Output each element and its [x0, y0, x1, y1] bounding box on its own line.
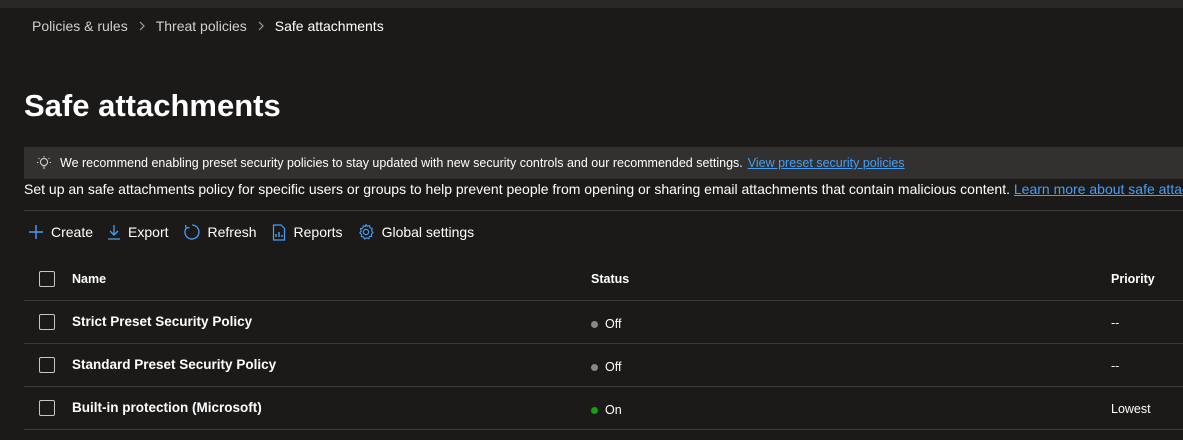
view-preset-policies-link[interactable]: View preset security policies: [748, 156, 905, 170]
status-text: Off: [605, 317, 622, 331]
breadcrumb-safe-attachments: Safe attachments: [274, 18, 384, 34]
status-text: On: [605, 403, 622, 417]
status-off-dot-icon: [591, 320, 598, 328]
select-all-checkbox[interactable]: [39, 271, 55, 287]
top-strip: [0, 0, 1183, 8]
description-text: Set up an safe attachments policy for sp…: [24, 181, 1010, 197]
banner-text: We recommend enabling preset security po…: [60, 156, 743, 170]
column-header-name[interactable]: Name: [72, 272, 106, 286]
global-settings-button[interactable]: Global settings: [357, 220, 475, 244]
column-header-priority[interactable]: Priority: [1111, 272, 1155, 286]
gear-icon: [357, 223, 375, 241]
table-row[interactable]: Standard Preset Security Policy Off --: [24, 344, 1183, 387]
row-checkbox[interactable]: [39, 400, 55, 416]
policy-name[interactable]: Built-in protection (Microsoft): [72, 400, 262, 415]
breadcrumb-policies-rules[interactable]: Policies & rules: [32, 18, 128, 34]
policy-name[interactable]: Standard Preset Security Policy: [72, 357, 276, 372]
refresh-label: Refresh: [207, 224, 257, 240]
policies-table: Name Status Priority Strict Preset Secur…: [24, 258, 1183, 430]
row-checkbox[interactable]: [39, 314, 55, 330]
table-row[interactable]: Built-in protection (Microsoft) On Lowes…: [24, 387, 1183, 430]
status-cell: On: [591, 403, 622, 417]
priority-cell: --: [1111, 359, 1120, 373]
policy-name[interactable]: Strict Preset Security Policy: [72, 314, 252, 329]
export-label: Export: [128, 224, 169, 240]
lightbulb-icon: [36, 155, 52, 171]
reports-label: Reports: [293, 224, 343, 240]
reports-button[interactable]: Reports: [271, 220, 343, 244]
refresh-icon: [183, 223, 201, 241]
download-icon: [107, 224, 121, 240]
recommendation-banner: We recommend enabling preset security po…: [24, 147, 1183, 179]
global-settings-label: Global settings: [381, 224, 475, 240]
export-button[interactable]: Export: [107, 220, 169, 244]
chevron-right-icon: [138, 21, 146, 31]
breadcrumb-threat-policies[interactable]: Threat policies: [156, 18, 247, 34]
status-cell: Off: [591, 317, 621, 331]
add-icon: [28, 224, 44, 240]
row-checkbox[interactable]: [39, 357, 55, 373]
status-on-dot-icon: [591, 406, 598, 414]
command-bar: Create Export Refresh Reports Global set…: [28, 220, 488, 244]
status-off-dot-icon: [591, 363, 598, 371]
priority-cell: --: [1111, 316, 1120, 330]
report-document-icon: [271, 223, 287, 241]
chevron-right-icon: [257, 21, 265, 31]
page-title: Safe attachments: [24, 88, 281, 123]
status-text: Off: [605, 360, 622, 374]
refresh-button[interactable]: Refresh: [183, 220, 257, 244]
status-cell: Off: [591, 360, 621, 374]
priority-cell: Lowest: [1111, 402, 1151, 416]
create-label: Create: [51, 224, 94, 240]
page-description: Set up an safe attachments policy for sp…: [24, 181, 1183, 201]
create-button[interactable]: Create: [28, 220, 93, 244]
table-row[interactable]: Strict Preset Security Policy Off --: [24, 301, 1183, 344]
breadcrumb: Policies & rules Threat policies Safe at…: [32, 17, 384, 35]
table-header-row: Name Status Priority: [24, 258, 1183, 301]
divider: [24, 210, 1183, 211]
column-header-status[interactable]: Status: [591, 272, 629, 286]
learn-more-link[interactable]: Learn more about safe attac: [1014, 181, 1183, 197]
